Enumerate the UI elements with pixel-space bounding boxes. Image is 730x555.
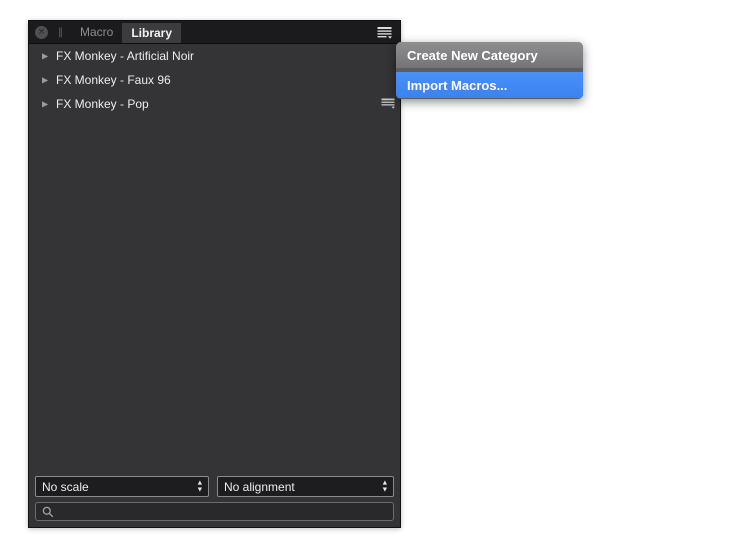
category-menu-button[interactable]: [381, 98, 396, 109]
panel-context-menu: Create New Category Import Macros...: [396, 42, 583, 99]
header-spacer: [181, 21, 377, 43]
drag-grip-icon[interactable]: ‖: [58, 27, 63, 38]
options-row: No scale ▲ ▼ No alignment ▲ ▼: [35, 476, 394, 497]
list-item[interactable]: ▶ FX Monkey - Faux 96: [29, 68, 400, 92]
search-input[interactable]: [59, 504, 387, 519]
alignment-select-value: No alignment: [224, 480, 295, 494]
screenshot-canvas: × ‖ Macro Library ▶ FX Monkey - Artifici…: [0, 0, 730, 555]
scale-select-value: No scale: [42, 480, 89, 494]
stepper-icon: ▲ ▼: [198, 480, 202, 493]
tab-library[interactable]: Library: [122, 23, 181, 43]
library-panel: × ‖ Macro Library ▶ FX Monkey - Artifici…: [28, 20, 401, 528]
stepper-down-icon: ▼: [383, 487, 387, 493]
stepper-icon: ▲ ▼: [383, 480, 387, 493]
menu-item-create-new-category[interactable]: Create New Category: [396, 42, 583, 68]
tab-macro[interactable]: Macro: [71, 21, 122, 43]
macro-category-list: ▶ FX Monkey - Artificial Noir ▶ FX Monke…: [29, 44, 400, 116]
category-label: FX Monkey - Faux 96: [56, 73, 171, 87]
disclosure-triangle-icon[interactable]: ▶: [42, 75, 56, 84]
scale-select[interactable]: No scale ▲ ▼: [35, 476, 209, 497]
search-icon: [42, 506, 54, 518]
close-icon[interactable]: ×: [35, 26, 48, 39]
disclosure-triangle-icon[interactable]: ▶: [42, 99, 56, 108]
alignment-select[interactable]: No alignment ▲ ▼: [217, 476, 394, 497]
list-item[interactable]: ▶ FX Monkey - Artificial Noir: [29, 44, 400, 68]
burger-menu-icon: [377, 26, 393, 39]
category-label: FX Monkey - Artificial Noir: [56, 49, 194, 63]
panel-menu-button[interactable]: [377, 26, 393, 39]
disclosure-triangle-icon[interactable]: ▶: [42, 51, 56, 60]
menu-item-import-macros[interactable]: Import Macros...: [396, 72, 583, 98]
panel-footer: No scale ▲ ▼ No alignment ▲ ▼: [29, 470, 400, 527]
stepper-down-icon: ▼: [198, 487, 202, 493]
list-item[interactable]: ▶ FX Monkey - Pop: [29, 92, 400, 116]
panel-header: × ‖ Macro Library: [29, 21, 400, 44]
burger-menu-icon: [381, 98, 396, 109]
search-field[interactable]: [35, 502, 394, 521]
category-label: FX Monkey - Pop: [56, 97, 149, 111]
